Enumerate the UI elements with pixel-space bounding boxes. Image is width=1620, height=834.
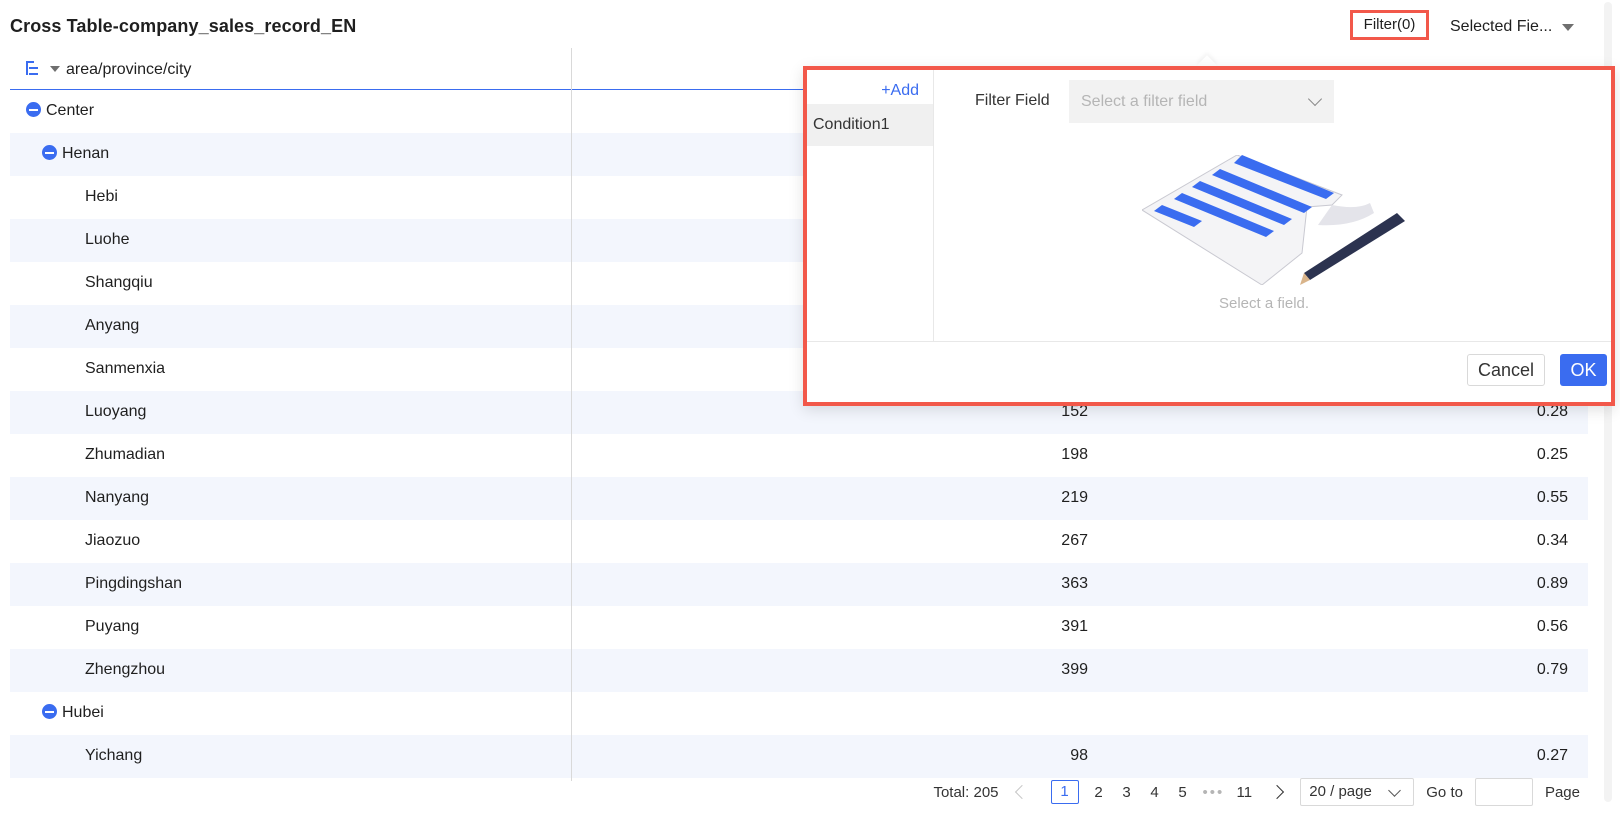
row-label: Pingdingshan [85, 575, 182, 592]
row-header-label: area/province/city [66, 61, 192, 78]
next-page-icon[interactable] [1270, 784, 1285, 800]
prev-page-icon[interactable] [1014, 784, 1029, 800]
selected-fields-dropdown[interactable]: Selected Fie... [1450, 18, 1575, 36]
cell-value-2: 0.55 [1536, 489, 1568, 506]
row-label: Puyang [85, 618, 140, 635]
cell-value-1: 399 [1061, 661, 1088, 678]
pagination: Total: 205 12345 ••• 11 20 / page Go to … [921, 778, 1580, 806]
filter-field-select[interactable]: Select a filter field [1069, 80, 1334, 123]
cell-value-1: 98 [1070, 747, 1088, 764]
cancel-button[interactable]: Cancel [1467, 354, 1545, 386]
row-label: Yichang [85, 747, 143, 764]
row-label: Henan [62, 145, 110, 162]
row-label: Hubei [62, 704, 104, 721]
filter-popup: +Add Condition1 Filter Field Select a fi… [803, 66, 1615, 406]
popup-footer: Cancel OK [807, 341, 1611, 406]
caret-down-icon [1562, 23, 1575, 31]
chevron-down-icon [1388, 784, 1402, 797]
cell-value-2: 0.25 [1536, 446, 1568, 463]
page-button[interactable]: 3 [1119, 784, 1135, 801]
row-label: Zhengzhou [85, 661, 166, 678]
empty-state-text: Select a field. [1219, 295, 1310, 312]
column-divider [571, 48, 572, 781]
hierarchy-icon [26, 61, 38, 75]
pagination-total: Total: 205 [933, 783, 999, 801]
table-row: Yichang 98 0.27 [10, 735, 1588, 778]
row-label: Luohe [85, 231, 130, 248]
row-label: Shangqiu [85, 274, 153, 291]
page-size-value: 20 / page [1309, 783, 1372, 800]
table-row: Jiaozuo 267 0.34 [10, 520, 1588, 563]
cell-value-2: 0.34 [1536, 532, 1568, 549]
cell-value-1: 198 [1061, 446, 1088, 463]
add-condition-button[interactable]: +Add [881, 82, 919, 100]
filter-field-placeholder: Select a filter field [1081, 93, 1208, 110]
table-row: Zhengzhou 399 0.79 [10, 649, 1588, 692]
header: Cross Table-company_sales_record_EN Filt… [0, 0, 1620, 50]
cell-value-1: 391 [1061, 618, 1088, 635]
cell-value-2: 0.56 [1536, 618, 1568, 635]
table-row: Pingdingshan 363 0.89 [10, 563, 1588, 606]
collapse-icon[interactable] [42, 145, 57, 160]
cell-value-1: 363 [1061, 575, 1088, 592]
chevron-down-icon [1307, 91, 1323, 107]
page-button[interactable]: 2 [1091, 784, 1107, 801]
goto-page-input[interactable] [1474, 778, 1533, 806]
page-button[interactable]: 4 [1147, 784, 1163, 801]
cell-value-2: 0.27 [1536, 747, 1568, 764]
table-row: Nanyang 219 0.55 [10, 477, 1588, 520]
page-button[interactable]: 1 [1050, 780, 1079, 804]
row-label: Jiaozuo [85, 532, 141, 549]
row-label: Luoyang [85, 403, 147, 420]
filter-field-label: Filter Field [975, 92, 1050, 109]
collapse-icon[interactable] [26, 102, 41, 117]
empty-document-illustration [1142, 155, 1405, 285]
condition-item[interactable]: Condition1 [807, 104, 933, 146]
page-button[interactable]: 5 [1175, 784, 1191, 801]
page-button-last[interactable]: 11 [1236, 784, 1252, 801]
cell-value-1: 219 [1061, 489, 1088, 506]
pagination-ellipsis[interactable]: ••• [1203, 784, 1225, 801]
table-row: Hubei [10, 692, 1588, 735]
filter-button[interactable]: Filter(0) [1350, 10, 1429, 40]
row-label: Sanmenxia [85, 360, 166, 377]
row-label: Center [46, 102, 95, 119]
cell-value-2: 0.89 [1536, 575, 1568, 592]
row-label: Hebi [85, 188, 118, 205]
page-size-select[interactable]: 20 / page [1300, 778, 1415, 806]
condition-panel: +Add Condition1 [807, 70, 934, 341]
table-row: Zhumadian 198 0.25 [10, 434, 1588, 477]
cell-value-1: 267 [1061, 532, 1088, 549]
cell-value-2: 0.79 [1536, 661, 1568, 678]
goto-label: Go to [1426, 783, 1463, 801]
page-label: Page [1544, 783, 1580, 801]
selected-fields-label: Selected Fie... [1450, 18, 1553, 35]
page-title: Cross Table-company_sales_record_EN [10, 16, 357, 36]
row-label: Zhumadian [85, 446, 166, 463]
row-label: Nanyang [85, 489, 150, 506]
row-label: Anyang [85, 317, 140, 334]
collapse-icon[interactable] [42, 704, 57, 719]
hierarchy-dropdown-icon[interactable] [50, 66, 60, 72]
table-row: Puyang 391 0.56 [10, 606, 1588, 649]
ok-button[interactable]: OK [1560, 354, 1607, 386]
